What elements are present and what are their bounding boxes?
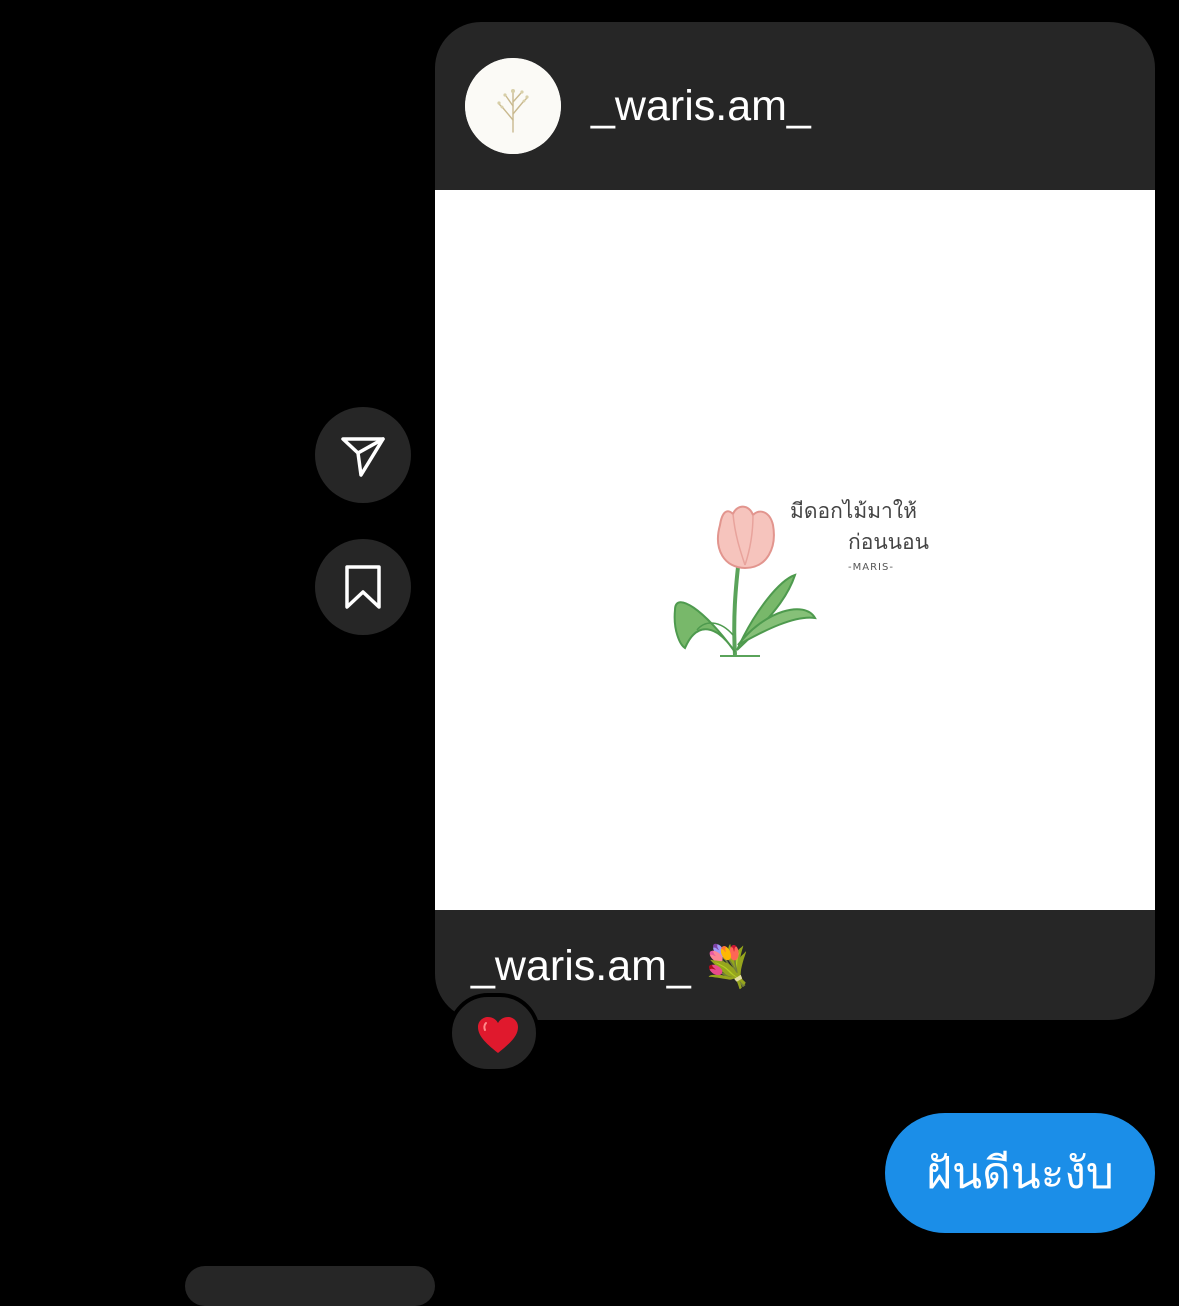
paper-plane-icon <box>341 437 385 477</box>
bouquet-icon: 💐 <box>702 944 753 990</box>
avatar-image <box>465 58 561 154</box>
heart-icon <box>478 1017 518 1053</box>
image-text-line1: มีดอกไม้มาให้ <box>790 499 917 523</box>
avatar[interactable] <box>465 58 561 154</box>
post-username[interactable]: _waris.am_ <box>591 80 811 132</box>
sent-message-text: ฝันดีนะงับ <box>926 1148 1114 1199</box>
caption-username: _waris.am_ <box>471 942 691 990</box>
post-image[interactable]: มีดอกไม้มาให้ ก่อนนอน -MARIS- <box>435 190 1155 910</box>
image-signature: -MARIS- <box>848 562 894 573</box>
post-header[interactable]: _waris.am_ <box>435 22 1155 190</box>
save-button[interactable] <box>315 539 411 635</box>
next-message-bubble[interactable] <box>185 1266 435 1306</box>
bookmark-icon <box>345 565 381 609</box>
image-text-line2: ก่อนนอน <box>848 530 930 554</box>
reaction-bubble[interactable] <box>448 993 540 1073</box>
tulip-drawing <box>673 505 817 657</box>
post-caption: _waris.am_ 💐 <box>471 938 753 995</box>
share-button[interactable] <box>315 407 411 503</box>
sent-message-bubble[interactable]: ฝันดีนะงับ <box>885 1113 1155 1233</box>
shared-post-card[interactable]: _waris.am_ มีดอกไม้มาให้ ก่อนนอน -MARIS-… <box>435 22 1155 1020</box>
